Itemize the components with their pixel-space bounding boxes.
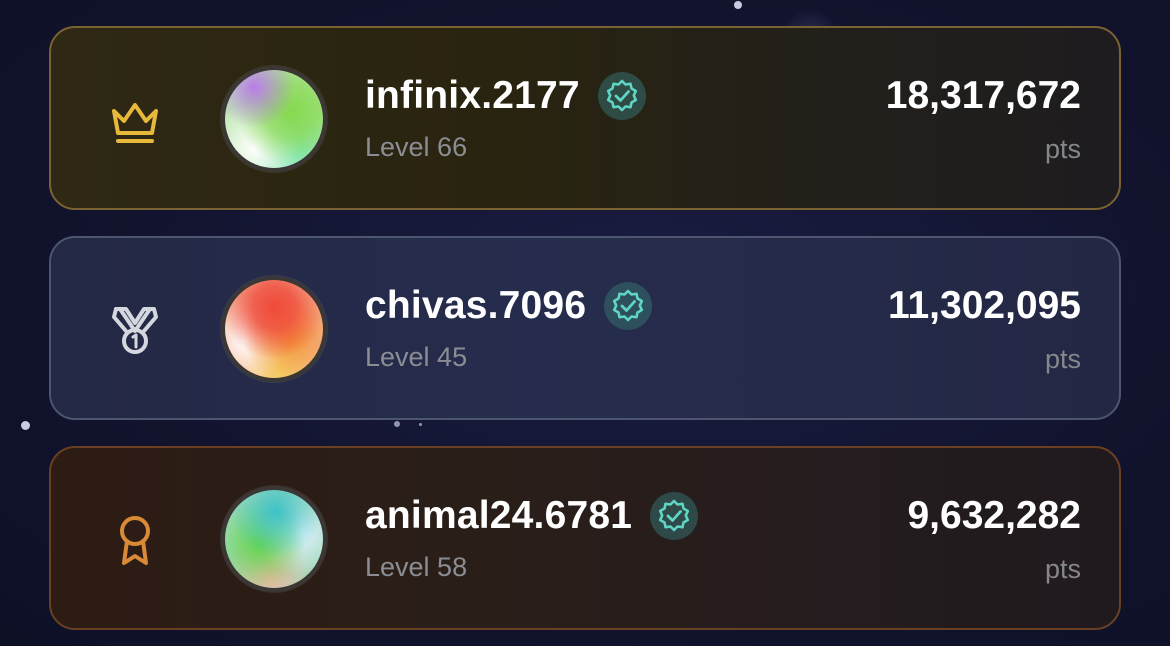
- verified-badge-icon: [604, 282, 653, 330]
- verified-badge-icon: [650, 492, 699, 540]
- verified-badge-icon: [597, 72, 646, 120]
- background-star: [21, 421, 30, 430]
- avatar[interactable]: [221, 276, 327, 382]
- background-star: [419, 423, 422, 426]
- avatar[interactable]: [221, 66, 327, 172]
- points-value: 18,317,672: [885, 74, 1081, 117]
- avatar-image: [225, 490, 323, 588]
- points-unit: pts: [1044, 344, 1081, 374]
- avatar-image: [225, 280, 323, 378]
- avatar-image: [225, 70, 323, 168]
- medal-icon: [112, 307, 158, 354]
- points-value: 11,302,095: [887, 284, 1081, 327]
- background-star: [734, 1, 742, 9]
- username[interactable]: chivas.7096: [365, 284, 586, 328]
- points-value: 9,632,282: [907, 494, 1081, 537]
- name-row: chivas.7096: [365, 282, 653, 330]
- name-row: infinix.2177: [365, 72, 646, 120]
- username[interactable]: animal24.6781: [365, 494, 632, 538]
- avatar[interactable]: [221, 486, 327, 592]
- username[interactable]: infinix.2177: [365, 74, 580, 118]
- award-ribbon-icon: [120, 516, 150, 565]
- level-label: Level 66: [365, 132, 468, 162]
- background-star: [394, 421, 400, 427]
- name-row: animal24.6781: [365, 492, 699, 540]
- crown-icon: [112, 103, 158, 143]
- leaderboard-row-1[interactable]: infinix.2177 Level 66 18,317,672 pts: [49, 26, 1121, 210]
- points-unit: pts: [1044, 134, 1081, 164]
- level-label: Level 45: [365, 342, 468, 372]
- leaderboard-row-3[interactable]: animal24.6781 Level 58 9,632,282 pts: [49, 446, 1121, 630]
- level-label: Level 58: [365, 552, 468, 582]
- leaderboard-row-2[interactable]: chivas.7096 Level 45 11,302,095 pts: [49, 236, 1121, 420]
- points-unit: pts: [1044, 554, 1081, 584]
